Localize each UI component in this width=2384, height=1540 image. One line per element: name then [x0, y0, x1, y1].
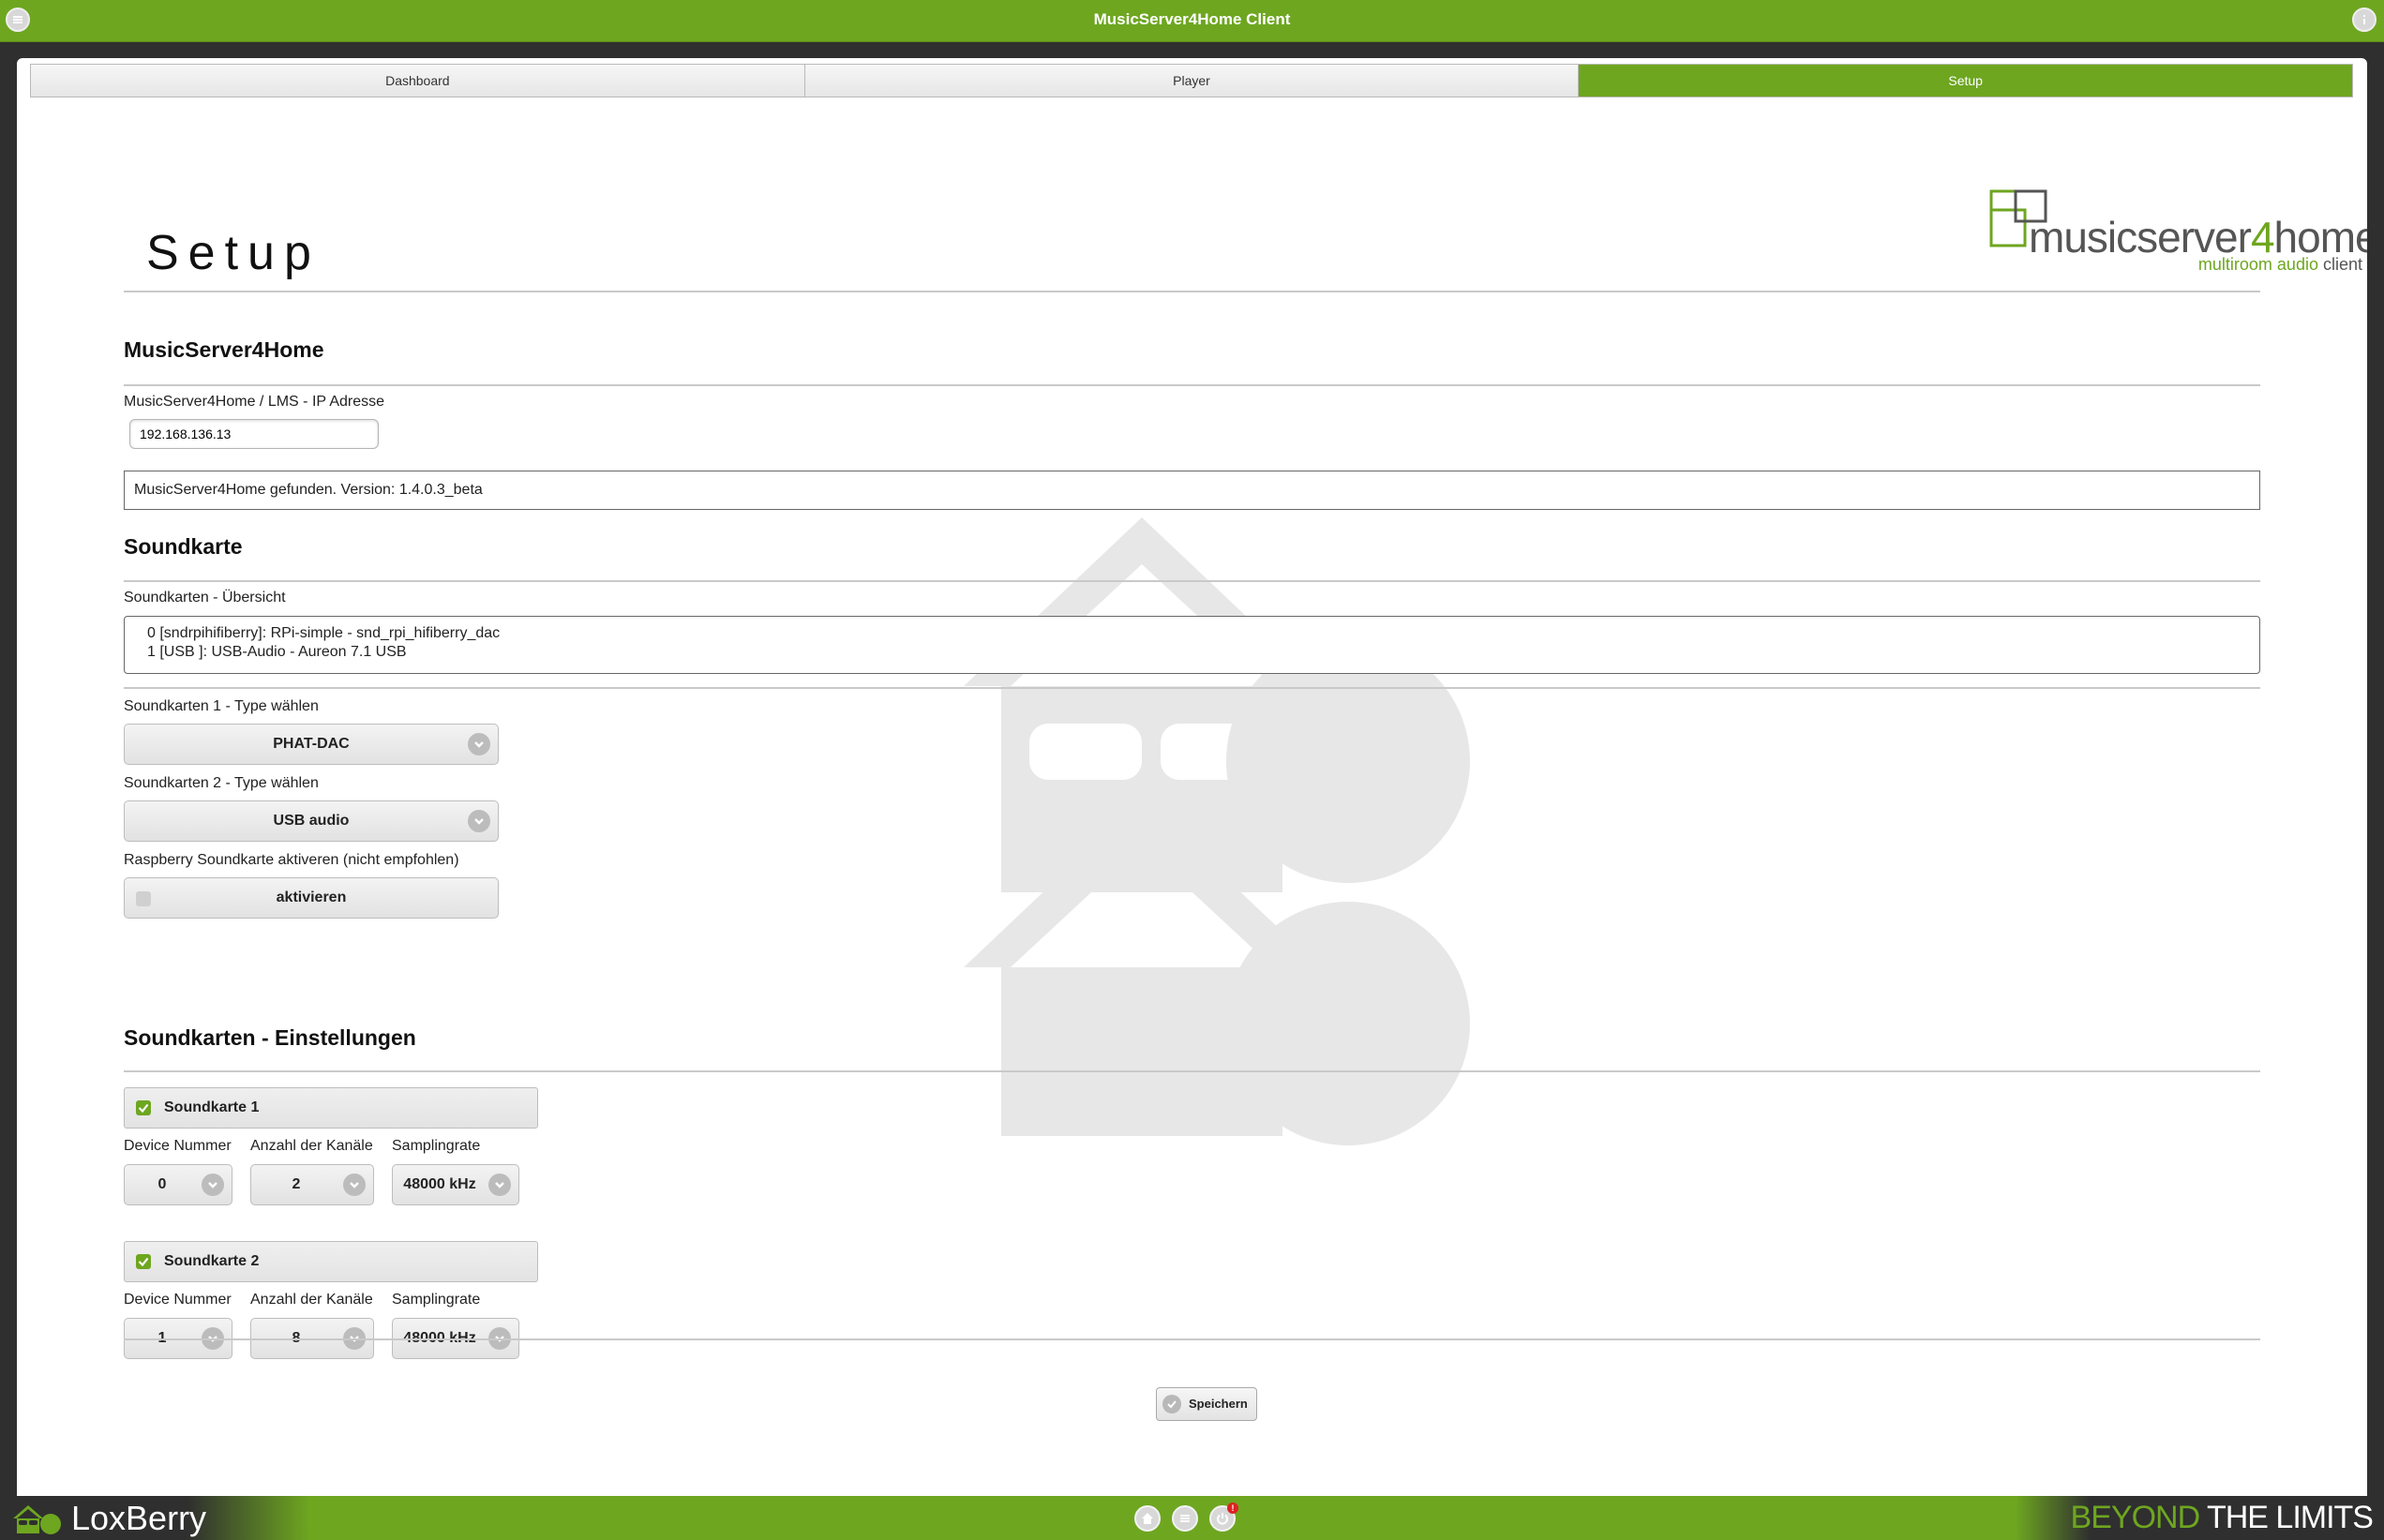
soundcard1-type-select[interactable]: PHAT-DAC: [124, 724, 499, 765]
home-icon: [1142, 1513, 1153, 1524]
select-value: 48000 kHz: [403, 1176, 476, 1192]
chevron-down-icon: [468, 810, 490, 832]
menu-list-button[interactable]: [1172, 1505, 1198, 1532]
soundcard-overview-list: 0 [sndrpihifiberry]: RPi-simple - snd_rp…: [124, 616, 2260, 674]
soundcard2-type-select[interactable]: USB audio: [124, 800, 499, 842]
soundcard1-channels-select[interactable]: 2: [250, 1164, 374, 1205]
musicserver4home-logo: musicserver4home multiroom audio client: [1989, 189, 2367, 274]
divider: [124, 1338, 2260, 1340]
select-value: USB audio: [273, 813, 350, 829]
select-value: 2: [292, 1176, 301, 1192]
soundcard1-device-select[interactable]: 0: [124, 1164, 232, 1205]
divider: [124, 384, 2260, 386]
main-navbar: Dashboard Player Setup: [30, 64, 2353, 97]
checkbox-checked-icon: [136, 1100, 151, 1115]
server-status-box: MusicServer4Home gefunden. Version: 1.4.…: [124, 471, 2260, 510]
samplingrate-label: Samplingrate: [392, 1138, 481, 1154]
list-item: 0 [sndrpihifiberry]: RPi-simple - snd_rp…: [147, 625, 501, 641]
channels-label: Anzahl der Kanäle: [250, 1292, 373, 1308]
check-icon: [1162, 1395, 1181, 1413]
header-bar: MusicServer4Home Client: [0, 0, 2384, 42]
footer-slogan: BEYOND THE LIMITS: [2070, 1500, 2374, 1535]
divider: [124, 291, 2260, 292]
device-number-label: Device Nummer: [124, 1292, 232, 1308]
soundcard2-enable-toggle[interactable]: Soundkarte 2: [124, 1241, 538, 1282]
brand-name: LoxBerry: [71, 1499, 207, 1537]
divider: [124, 687, 2260, 689]
toggle-label: aktivieren: [276, 890, 347, 905]
samplingrate-label: Samplingrate: [392, 1292, 481, 1308]
power-button[interactable]: !: [1209, 1503, 1238, 1532]
save-button[interactable]: Speichern: [1156, 1387, 1257, 1421]
footer-bar: LoxBerry ! BEYOND THE LIMITS: [0, 1496, 2384, 1540]
checkbox-unchecked-icon: [136, 891, 151, 906]
rpi-soundcard-toggle[interactable]: aktivieren: [124, 877, 499, 919]
checkbox-checked-icon: [136, 1254, 151, 1269]
logo-tagline: multiroom audio client: [2197, 255, 2362, 274]
card-title: Soundkarte 1: [164, 1099, 260, 1115]
save-button-label: Speichern: [1189, 1397, 1248, 1411]
device-number-label: Device Nummer: [124, 1138, 232, 1154]
page-content: Dashboard Player Setup musicserver4home …: [17, 58, 2367, 1496]
loxberry-logo-icon: [13, 1505, 61, 1534]
chevron-down-icon: [343, 1174, 366, 1196]
card-title: Soundkarte 2: [164, 1253, 260, 1269]
ip-label: MusicServer4Home / LMS - IP Adresse: [124, 394, 385, 410]
section-heading-soundcard: Soundkarte: [124, 534, 243, 559]
soundcard1-samplingrate-select[interactable]: 48000 kHz: [392, 1164, 519, 1205]
channels-label: Anzahl der Kanäle: [250, 1138, 373, 1154]
ip-address-input[interactable]: [129, 419, 379, 449]
soundcard1-type-label: Soundkarten 1 - Type wählen: [124, 698, 319, 714]
chevron-down-icon: [468, 733, 490, 755]
power-icon: [1217, 1513, 1228, 1525]
section-heading-ms4h: MusicServer4Home: [124, 337, 324, 362]
soundcard-overview-label: Soundkarten - Übersicht: [124, 590, 286, 606]
divider: [124, 1070, 2260, 1072]
select-value: PHAT-DAC: [273, 736, 350, 752]
divider: [124, 580, 2260, 582]
soundcard1-enable-toggle[interactable]: Soundkarte 1: [124, 1087, 538, 1129]
list-item: 1 [USB ]: USB-Audio - Aureon 7.1 USB: [147, 644, 407, 660]
tab-setup[interactable]: Setup: [1579, 65, 2353, 97]
rpi-soundcard-label: Raspberry Soundkarte aktiveren (nicht em…: [124, 852, 459, 868]
loxberry-brand[interactable]: LoxBerry: [11, 1499, 207, 1537]
chevron-down-icon: [202, 1174, 224, 1196]
tab-player[interactable]: Player: [804, 65, 1580, 97]
page-title: Setup: [146, 226, 321, 280]
info-button[interactable]: [2352, 7, 2377, 32]
section-heading-settings: Soundkarten - Einstellungen: [124, 1025, 416, 1050]
list-icon: [1180, 1515, 1190, 1522]
footer-icons: !: [1134, 1503, 1238, 1532]
select-value: 0: [157, 1176, 167, 1192]
info-icon: [2363, 15, 2365, 24]
window-title: MusicServer4Home Client: [1093, 10, 1291, 28]
notification-badge: !: [1227, 1503, 1238, 1514]
watermark-logo-icon: [964, 517, 1470, 1145]
tab-dashboard[interactable]: Dashboard: [31, 65, 805, 97]
soundcard2-type-label: Soundkarten 2 - Type wählen: [124, 775, 319, 791]
home-button[interactable]: [1134, 1505, 1161, 1532]
chevron-down-icon: [488, 1174, 511, 1196]
